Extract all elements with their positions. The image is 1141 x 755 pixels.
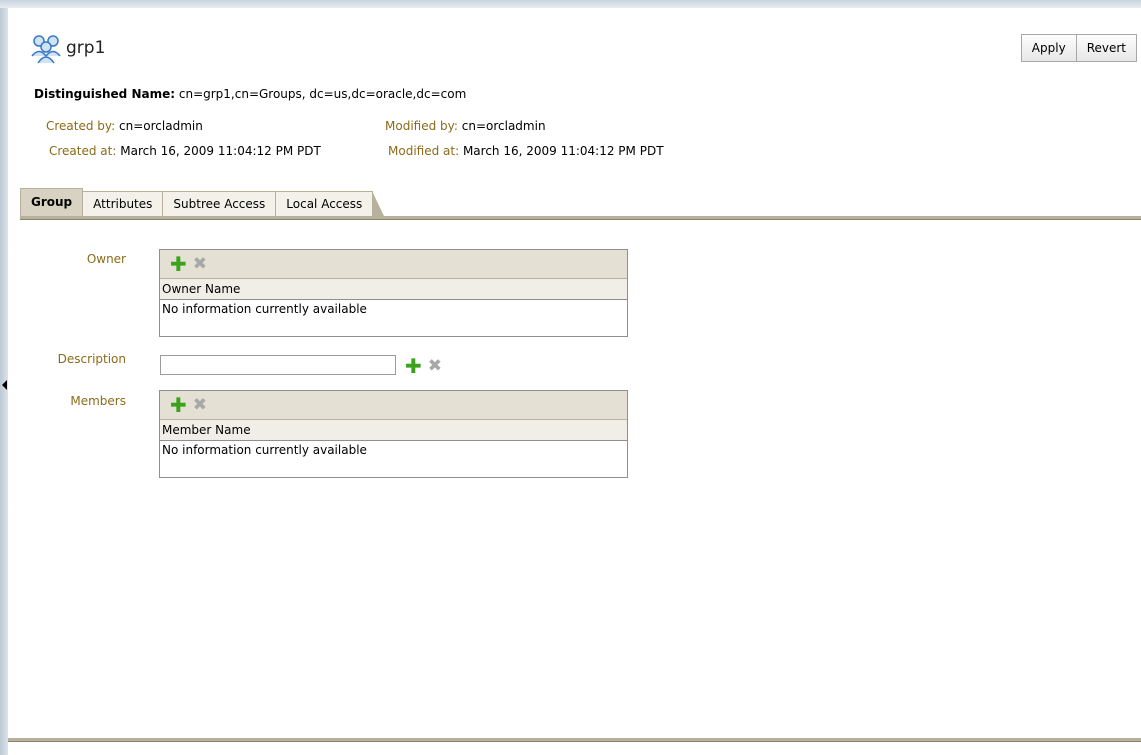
add-member-icon[interactable]: ✚ xyxy=(170,395,187,415)
action-buttons: Apply Revert xyxy=(1020,34,1137,62)
created-by: Created by: cn=orcladmin xyxy=(46,119,203,133)
owner-label: Owner xyxy=(86,252,126,266)
owner-name-column-header[interactable]: Owner Name xyxy=(160,279,627,300)
group-icon xyxy=(31,35,61,64)
modified-at-label: Modified at: xyxy=(388,144,460,158)
apply-button[interactable]: Apply xyxy=(1020,34,1077,62)
remove-member-icon[interactable]: ✖ xyxy=(193,396,207,414)
members-panel: ✚ ✖ Member Name No information currently… xyxy=(159,390,628,478)
dn-value: cn=grp1,cn=Groups, dc=us,dc=oracle,dc=co… xyxy=(178,87,467,101)
page-header: grp1 xyxy=(30,30,105,66)
owner-empty-message: No information currently available xyxy=(162,302,367,316)
members-toolbar: ✚ ✖ xyxy=(160,391,627,420)
created-at-label: Created at: xyxy=(49,144,117,158)
members-empty-message: No information currently available xyxy=(162,443,367,457)
description-label: Description xyxy=(57,352,126,366)
tab-group[interactable]: Group xyxy=(20,188,84,216)
tab-subtree-access[interactable]: Subtree Access xyxy=(162,191,277,216)
remove-owner-icon[interactable]: ✖ xyxy=(193,255,207,273)
tab-attributes[interactable]: Attributes xyxy=(82,191,164,216)
tab-bar: Group Attributes Subtree Access Local Ac… xyxy=(20,188,385,216)
owner-toolbar: ✚ ✖ xyxy=(160,250,627,279)
revert-button[interactable]: Revert xyxy=(1076,34,1137,62)
description-input[interactable] xyxy=(160,355,396,375)
modified-at-value: March 16, 2009 11:04:12 PM PDT xyxy=(462,144,664,158)
modified-by: Modified by: cn=orcladmin xyxy=(385,119,546,133)
bottom-divider xyxy=(8,738,1141,742)
modified-at: Modified at: March 16, 2009 11:04:12 PM … xyxy=(388,144,664,158)
distinguished-name: Distinguished Name: cn=grp1,cn=Groups, d… xyxy=(34,87,466,101)
created-by-label: Created by: xyxy=(46,119,116,133)
description-actions: ✚ ✖ xyxy=(405,356,442,376)
owner-panel: ✚ ✖ Owner Name No information currently … xyxy=(159,249,628,337)
add-owner-icon[interactable]: ✚ xyxy=(170,254,187,274)
member-name-column-header[interactable]: Member Name xyxy=(160,420,627,441)
modified-by-label: Modified by: xyxy=(385,119,458,133)
created-by-value: cn=orcladmin xyxy=(119,119,203,133)
remove-description-icon[interactable]: ✖ xyxy=(428,357,442,375)
modified-by-value: cn=orcladmin xyxy=(461,119,546,133)
top-strip xyxy=(0,0,1141,8)
members-label: Members xyxy=(70,394,126,408)
page-title: grp1 xyxy=(66,38,106,58)
tab-local-access[interactable]: Local Access xyxy=(275,191,385,216)
created-at-value: March 16, 2009 11:04:12 PM PDT xyxy=(120,144,321,158)
collapse-arrow-icon[interactable] xyxy=(2,380,7,390)
tab-divider xyxy=(20,216,1141,220)
dn-label: Distinguished Name: xyxy=(34,87,176,101)
add-description-icon[interactable]: ✚ xyxy=(405,356,422,376)
created-at: Created at: March 16, 2009 11:04:12 PM P… xyxy=(49,144,321,158)
